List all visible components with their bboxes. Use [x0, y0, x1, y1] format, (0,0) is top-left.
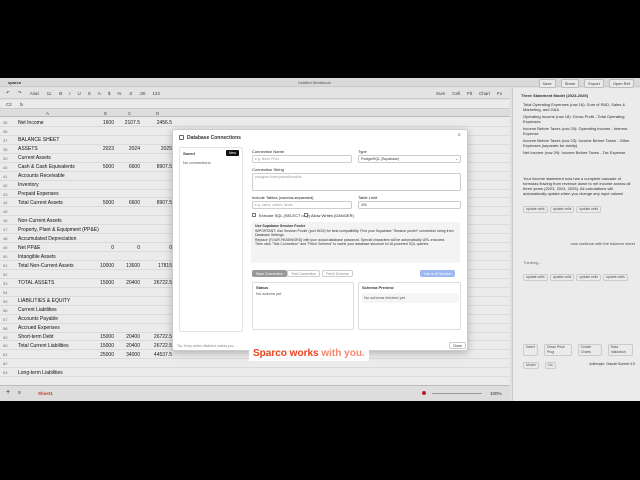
include-tables-label: Include Tables (comma-separated) [252, 195, 314, 200]
database-connections-dialog: Database Connections × Saved New No conn… [172, 129, 468, 351]
table-limit-input[interactable]: 200 [358, 201, 461, 209]
execute-sql-checkbox[interactable] [252, 213, 256, 217]
use-in-ai-session-button[interactable]: Use in AI Session [420, 270, 456, 277]
save-connection-button[interactable]: Save Connection [252, 270, 287, 277]
type-select[interactable]: PostgreSQL (Supabase) ⌄ [358, 155, 461, 163]
caption-brand: Sparco works [253, 348, 319, 359]
database-icon [179, 135, 184, 140]
info-line: Then click "Test Connection" and "Fetch … [255, 242, 430, 246]
connection-string-input[interactable]: postgres://user:pass@host/db [252, 173, 461, 191]
test-connection-button[interactable]: Test Connection [287, 270, 321, 277]
promo-caption: Sparco works with you. [249, 346, 369, 361]
connection-name-input[interactable]: e.g. Neon Prod [252, 155, 352, 163]
connection-name-label: Connection Name [252, 149, 285, 154]
close-icon[interactable]: × [457, 133, 461, 139]
session-pooler-info: Use Supabase Session Pooler IMPORTANT: U… [251, 222, 460, 263]
include-tables-input[interactable]: e.g. users, orders, items [252, 201, 352, 209]
status-panel: Status No actions yet [252, 282, 354, 330]
status-value: No actions yet [256, 291, 282, 296]
saved-label: Saved [183, 151, 195, 156]
schema-label: Schema Preview [362, 285, 394, 290]
schema-value: No schema fetched yet [362, 293, 459, 303]
caption-rest: with you. [318, 348, 365, 359]
type-label: Type [358, 149, 367, 154]
connection-string-label: Connection String [252, 167, 284, 172]
empty-state: No connections [183, 160, 211, 165]
table-limit-label: Table Limit [358, 195, 378, 200]
spreadsheet-app: sparco Untitled Workbook Save Share Export… [0, 78, 640, 401]
execute-sql-label: Execute SQL (SELECT only) [259, 213, 311, 218]
fetch-schema-button[interactable]: Fetch Schema [322, 270, 353, 277]
allow-writes-label: Allow Writes (DANGER) [311, 213, 354, 218]
saved-connections: Saved New No connections [179, 147, 243, 332]
chevron-down-icon: ⌄ [455, 157, 458, 161]
footer-tip: Tip: Keep writes disabled unless you ... [177, 344, 238, 348]
status-label: Status [256, 285, 269, 290]
dialog-title: Database Connections [187, 135, 241, 141]
schema-preview-panel: Schema Preview No schema fetched yet [358, 282, 461, 330]
close-button[interactable]: Close [449, 342, 466, 349]
allow-writes-checkbox[interactable] [304, 213, 308, 217]
new-connection-button[interactable]: New [225, 150, 239, 156]
info-line: IMPORTANT: Use Session Pooler (port 5432… [255, 228, 454, 238]
